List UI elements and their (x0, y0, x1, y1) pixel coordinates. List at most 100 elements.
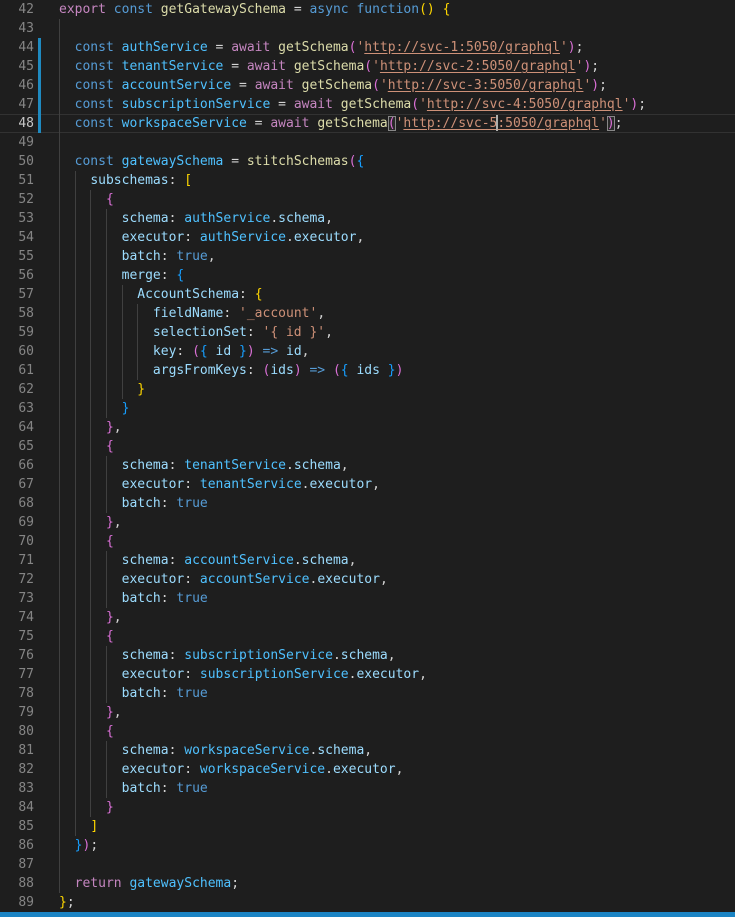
git-modified-indicator[interactable] (38, 114, 41, 133)
code-line[interactable]: 89}; (0, 893, 735, 912)
line-number[interactable]: 85 (0, 817, 34, 836)
line-number[interactable]: 53 (0, 209, 34, 228)
code-line[interactable]: 57 AccountSchema: { (0, 285, 735, 304)
code-line[interactable]: 48 const workspaceService = await getSch… (0, 114, 735, 133)
code-line[interactable]: 44 const authService = await getSchema('… (0, 38, 735, 57)
line-number[interactable]: 58 (0, 304, 34, 323)
line-number[interactable]: 89 (0, 893, 34, 912)
line-number[interactable]: 76 (0, 646, 34, 665)
line-number[interactable]: 46 (0, 76, 34, 95)
code-line[interactable]: 73 batch: true (0, 589, 735, 608)
line-number[interactable]: 88 (0, 874, 34, 893)
code-line[interactable]: 42export const getGatewaySchema = async … (0, 0, 735, 19)
line-number[interactable]: 79 (0, 703, 34, 722)
code-line[interactable]: 84 } (0, 798, 735, 817)
code-line[interactable]: 45 const tenantService = await getSchema… (0, 57, 735, 76)
code-line[interactable]: 71 schema: accountService.schema, (0, 551, 735, 570)
git-modified-indicator[interactable] (38, 57, 41, 76)
line-number[interactable]: 84 (0, 798, 34, 817)
code-line[interactable]: 54 executor: authService.executor, (0, 228, 735, 247)
line-number[interactable]: 42 (0, 0, 34, 19)
code-line[interactable]: 47 const subscriptionService = await get… (0, 95, 735, 114)
line-number[interactable]: 72 (0, 570, 34, 589)
code-line[interactable]: 56 merge: { (0, 266, 735, 285)
line-number[interactable]: 63 (0, 399, 34, 418)
line-number[interactable]: 54 (0, 228, 34, 247)
line-number[interactable]: 74 (0, 608, 34, 627)
line-number[interactable]: 73 (0, 589, 34, 608)
code-line[interactable]: 49 (0, 133, 735, 152)
code-line[interactable]: 72 executor: accountService.executor, (0, 570, 735, 589)
code-line[interactable]: 79 }, (0, 703, 735, 722)
line-number[interactable]: 77 (0, 665, 34, 684)
line-number[interactable]: 61 (0, 361, 34, 380)
line-number[interactable]: 68 (0, 494, 34, 513)
code-line[interactable]: 46 const accountService = await getSchem… (0, 76, 735, 95)
code-line[interactable]: 83 batch: true (0, 779, 735, 798)
line-number[interactable]: 50 (0, 152, 34, 171)
code-line[interactable]: 81 schema: workspaceService.schema, (0, 741, 735, 760)
line-number[interactable]: 47 (0, 95, 34, 114)
code-line[interactable]: 61 argsFromKeys: (ids) => ({ ids }) (0, 361, 735, 380)
line-number[interactable]: 70 (0, 532, 34, 551)
git-modified-indicator[interactable] (38, 95, 41, 114)
code-line[interactable]: 60 key: ({ id }) => id, (0, 342, 735, 361)
line-number[interactable]: 55 (0, 247, 34, 266)
line-number[interactable]: 64 (0, 418, 34, 437)
line-number[interactable]: 44 (0, 38, 34, 57)
line-number[interactable]: 49 (0, 133, 34, 152)
code-line[interactable]: 59 selectionSet: '{ id }', (0, 323, 735, 342)
line-number[interactable]: 80 (0, 722, 34, 741)
line-number[interactable]: 62 (0, 380, 34, 399)
code-line[interactable]: 69 }, (0, 513, 735, 532)
line-number[interactable]: 59 (0, 323, 34, 342)
code-line[interactable]: 63 } (0, 399, 735, 418)
line-number[interactable]: 65 (0, 437, 34, 456)
line-number[interactable]: 86 (0, 836, 34, 855)
line-number[interactable]: 83 (0, 779, 34, 798)
line-number[interactable]: 43 (0, 19, 34, 38)
code-line[interactable]: 66 schema: tenantService.schema, (0, 456, 735, 475)
line-number[interactable]: 56 (0, 266, 34, 285)
code-line[interactable]: 76 schema: subscriptionService.schema, (0, 646, 735, 665)
code-line[interactable]: 86 }); (0, 836, 735, 855)
line-number[interactable]: 60 (0, 342, 34, 361)
line-number[interactable]: 45 (0, 57, 34, 76)
code-line[interactable]: 85 ] (0, 817, 735, 836)
code-line[interactable]: 64 }, (0, 418, 735, 437)
code-line[interactable]: 88 return gatewaySchema; (0, 874, 735, 893)
line-number[interactable]: 48 (0, 114, 34, 133)
code-line[interactable]: 67 executor: tenantService.executor, (0, 475, 735, 494)
line-number[interactable]: 67 (0, 475, 34, 494)
line-number[interactable]: 75 (0, 627, 34, 646)
code-line[interactable]: 50 const gatewaySchema = stitchSchemas({ (0, 152, 735, 171)
git-modified-indicator[interactable] (38, 76, 41, 95)
code-line[interactable]: 65 { (0, 437, 735, 456)
code-line[interactable]: 77 executor: subscriptionService.executo… (0, 665, 735, 684)
code-line[interactable]: 43 (0, 19, 735, 38)
code-line[interactable]: 70 { (0, 532, 735, 551)
line-number[interactable]: 51 (0, 171, 34, 190)
line-number[interactable]: 78 (0, 684, 34, 703)
code-line[interactable]: 53 schema: authService.schema, (0, 209, 735, 228)
line-number[interactable]: 87 (0, 855, 34, 874)
line-number[interactable]: 57 (0, 285, 34, 304)
line-number[interactable]: 81 (0, 741, 34, 760)
code-line[interactable]: 87 (0, 855, 735, 874)
code-line[interactable]: 78 batch: true (0, 684, 735, 703)
code-line[interactable]: 74 }, (0, 608, 735, 627)
line-number[interactable]: 66 (0, 456, 34, 475)
code-line[interactable]: 52 { (0, 190, 735, 209)
code-line[interactable]: 75 { (0, 627, 735, 646)
line-number[interactable]: 82 (0, 760, 34, 779)
code-line[interactable]: 62 } (0, 380, 735, 399)
code-line[interactable]: 68 batch: true (0, 494, 735, 513)
code-line[interactable]: 55 batch: true, (0, 247, 735, 266)
code-line[interactable]: 80 { (0, 722, 735, 741)
line-number[interactable]: 71 (0, 551, 34, 570)
git-modified-indicator[interactable] (38, 38, 41, 57)
line-number[interactable]: 52 (0, 190, 34, 209)
line-number[interactable]: 69 (0, 513, 34, 532)
code-line[interactable]: 82 executor: workspaceService.executor, (0, 760, 735, 779)
code-line[interactable]: 51 subschemas: [ (0, 171, 735, 190)
